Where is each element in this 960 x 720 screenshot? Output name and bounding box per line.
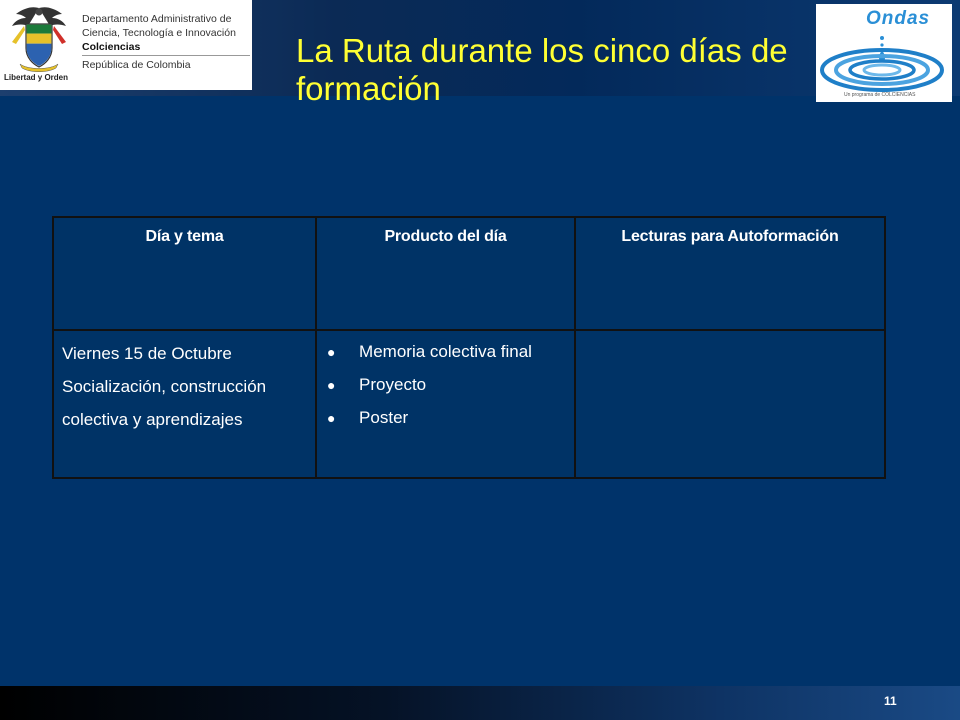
product-cell: ● Memoria colectiva final ● Proyecto ● Post… — [315, 329, 576, 479]
logo-divider — [82, 55, 250, 56]
product-item-1: Memoria colectiva final — [359, 342, 532, 361]
header-product: Producto del día — [315, 216, 576, 331]
bullet-icon: ● — [327, 344, 336, 360]
coat-of-arms-icon — [12, 7, 66, 72]
list-item: ● Memoria colectiva final — [323, 337, 574, 370]
footer-bar — [0, 686, 960, 720]
bullet-icon: ● — [327, 377, 336, 393]
list-item: ● Proyecto — [323, 370, 574, 403]
seal-caption: Libertad y Orden — [4, 73, 69, 82]
table-header-row: Día y tema Producto del día Lecturas par… — [51, 216, 886, 331]
schedule-table: Día y tema Producto del día Lecturas par… — [51, 216, 886, 479]
table-row: Viernes 15 de Octubre Socialización, con… — [51, 329, 886, 479]
header-day-topic: Día y tema — [51, 216, 318, 331]
day-line-3: colectiva y aprendizajes — [62, 410, 243, 429]
ondas-logo: Ondas Un programa de COLCIENCIAS — [816, 4, 952, 102]
bullet-icon: ● — [327, 410, 336, 426]
country-name: República de Colombia — [82, 59, 191, 71]
colciencias-logo: Libertad y Orden Departamento Administra… — [0, 0, 252, 90]
day-line-1: Viernes 15 de Octubre — [62, 344, 232, 363]
slide: Libertad y Orden Departamento Administra… — [0, 0, 960, 720]
department-line-1: Departamento Administrativo de — [82, 13, 232, 25]
product-item-3: Poster — [359, 408, 409, 427]
slide-title: La Ruta durante los cinco días de formac… — [296, 32, 788, 107]
list-item: ● Poster — [323, 403, 574, 436]
department-name: Departamento Administrativo de Ciencia, … — [82, 12, 250, 72]
water-ripple-icon — [820, 36, 944, 92]
day-topic-cell: Viernes 15 de Octubre Socialización, con… — [51, 329, 318, 479]
department-line-2: Ciencia, Tecnología e Innovación — [82, 27, 236, 39]
product-item-2: Proyecto — [359, 375, 427, 394]
ondas-tagline: Un programa de COLCIENCIAS — [844, 92, 916, 98]
header-readings: Lecturas para Autoformación — [574, 216, 886, 331]
product-list: ● Memoria colectiva final ● Proyecto ● Post… — [323, 337, 574, 436]
organization-name: Colciencias — [82, 41, 141, 53]
day-line-2: Socialización, construcción — [62, 377, 267, 396]
readings-cell — [574, 329, 886, 479]
page-number: 11 — [884, 694, 897, 708]
